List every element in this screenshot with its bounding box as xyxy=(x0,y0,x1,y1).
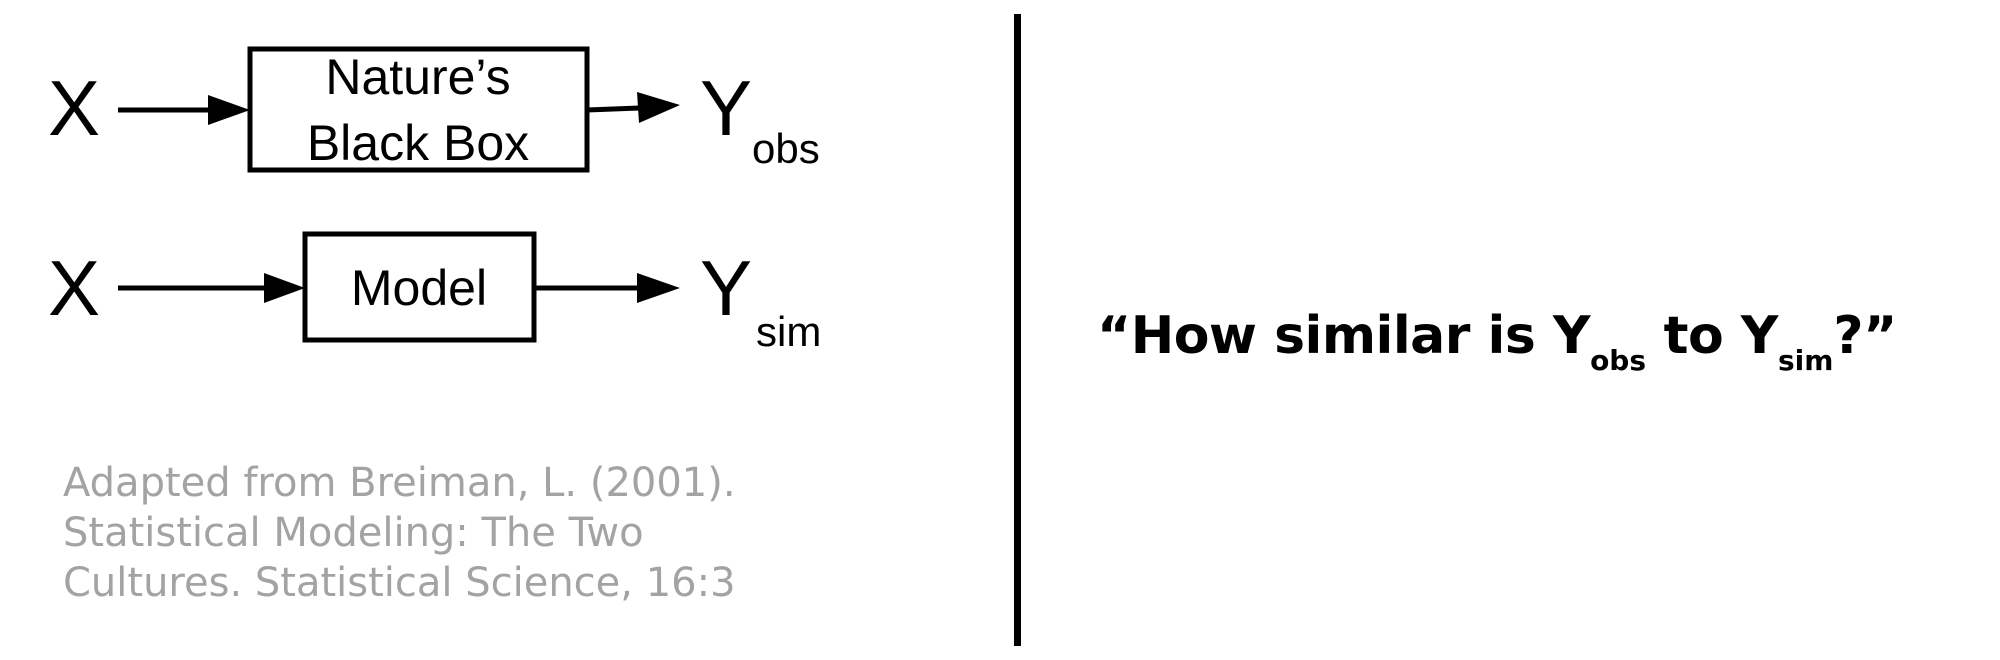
row2-input-x: X xyxy=(48,244,100,332)
question-text-part1: How similar is Y xyxy=(1130,306,1591,366)
y-sim-letter: Y xyxy=(700,244,752,332)
citation-line-1: Adapted from Breiman, L. (2001). xyxy=(63,460,736,506)
y-obs-label: Y xyxy=(700,64,752,152)
y-sim-subscript: sim xyxy=(756,308,821,355)
row1-output-arrow-line xyxy=(586,105,641,113)
citation: Adapted from Breiman, L. (2001). Statist… xyxy=(63,458,823,608)
y-sim-label: Y xyxy=(700,244,752,332)
row1-input-arrowhead xyxy=(208,95,250,125)
row2-output-arrowhead xyxy=(637,273,680,303)
question-heading: “How similar is Yobs to Ysim?” xyxy=(1097,306,1897,375)
row1-output-arrowhead xyxy=(637,92,680,123)
row2-input-arrowhead xyxy=(264,273,305,303)
citation-line-3: Cultures. Statistical Science, 16:3 xyxy=(63,560,736,606)
question-open-quote: “ xyxy=(1097,306,1131,366)
model-box-label: Model xyxy=(351,260,487,316)
question-close-quote: ” xyxy=(1863,306,1897,366)
row1-input-x: X xyxy=(48,64,100,152)
question-subscript-obs: obs xyxy=(1590,344,1647,377)
question-text-part2: to Y xyxy=(1646,306,1779,366)
natures-box-label-line2: Black Box xyxy=(307,115,529,171)
natures-box-label-line1: Nature’s xyxy=(325,49,510,105)
question-subscript-sim: sim xyxy=(1777,344,1834,377)
question-text-part3: ? xyxy=(1833,306,1864,366)
y-obs-subscript: obs xyxy=(752,125,820,172)
vertical-divider xyxy=(1014,14,1021,646)
citation-line-2: Statistical Modeling: The Two xyxy=(63,510,644,556)
y-obs-letter: Y xyxy=(700,64,752,152)
